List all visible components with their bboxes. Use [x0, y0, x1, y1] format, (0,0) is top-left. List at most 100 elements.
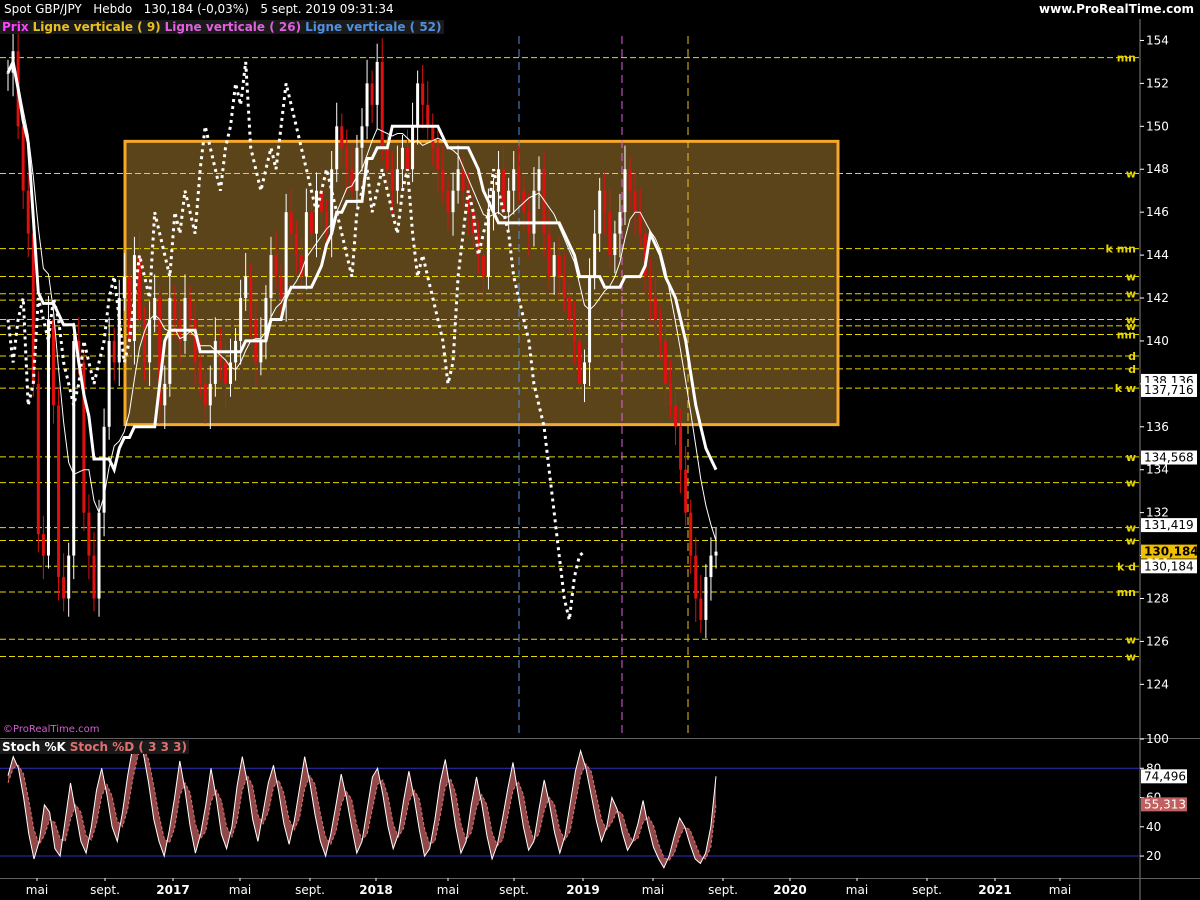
candle-body[interactable]: [668, 383, 672, 406]
candle-body[interactable]: [294, 233, 298, 256]
candle-body[interactable]: [26, 190, 30, 234]
candle-body[interactable]: [441, 169, 445, 191]
candle-body[interactable]: [532, 190, 536, 234]
candle-body[interactable]: [183, 298, 187, 341]
candle-body[interactable]: [107, 340, 111, 427]
candle-body[interactable]: [658, 319, 662, 341]
candle-body[interactable]: [537, 169, 541, 191]
candle-body[interactable]: [502, 169, 506, 213]
candle-body[interactable]: [653, 298, 657, 320]
candle-body[interactable]: [122, 276, 126, 299]
candle-body[interactable]: [674, 405, 678, 427]
candle-body[interactable]: [588, 276, 592, 363]
candle-body[interactable]: [628, 169, 632, 191]
candle-body[interactable]: [239, 298, 243, 341]
legend-prix[interactable]: Prix: [0, 20, 31, 34]
candle-body[interactable]: [375, 61, 379, 105]
candle-body[interactable]: [52, 319, 56, 406]
candle-body[interactable]: [557, 255, 561, 277]
candle-body[interactable]: [593, 233, 597, 277]
candle-body[interactable]: [163, 383, 167, 406]
candle-body[interactable]: [572, 319, 576, 341]
candle-body[interactable]: [714, 551, 718, 556]
candle-body[interactable]: [188, 298, 192, 320]
candle-body[interactable]: [461, 169, 465, 191]
candle-body[interactable]: [203, 383, 207, 406]
candle-body[interactable]: [663, 340, 667, 384]
candle-body[interactable]: [608, 212, 612, 256]
candle-body[interactable]: [72, 340, 76, 556]
candle-body[interactable]: [67, 555, 71, 599]
candle-body[interactable]: [385, 147, 389, 170]
candle-body[interactable]: [309, 212, 313, 234]
candle-body[interactable]: [274, 255, 278, 277]
candle-body[interactable]: [365, 83, 369, 127]
candle-body[interactable]: [355, 147, 359, 191]
candle-body[interactable]: [618, 212, 622, 234]
candle-body[interactable]: [97, 512, 101, 599]
candle-body[interactable]: [517, 169, 521, 191]
candle-body[interactable]: [577, 340, 581, 384]
candle-body[interactable]: [623, 169, 627, 213]
candle-body[interactable]: [62, 577, 66, 599]
legend-stoch-k[interactable]: Stoch %K: [0, 740, 68, 754]
candle-body[interactable]: [340, 126, 344, 148]
candle-body[interactable]: [87, 512, 91, 556]
candle-body[interactable]: [426, 104, 430, 127]
candle-body[interactable]: [451, 190, 455, 213]
candle-body[interactable]: [249, 276, 253, 320]
candle-body[interactable]: [583, 362, 587, 384]
candle-body[interactable]: [679, 426, 683, 470]
candle-body[interactable]: [173, 298, 177, 320]
candle-body[interactable]: [547, 233, 551, 277]
candle-body[interactable]: [421, 83, 425, 105]
candle-body[interactable]: [704, 577, 708, 620]
candle-body[interactable]: [411, 126, 415, 170]
candle-body[interactable]: [198, 362, 202, 384]
candle-body[interactable]: [689, 512, 693, 556]
candle-body[interactable]: [648, 276, 652, 299]
candle-body[interactable]: [395, 169, 399, 191]
candle-body[interactable]: [497, 169, 501, 191]
legend-line9[interactable]: Ligne verticale ( 9): [30, 20, 163, 34]
candle-body[interactable]: [208, 383, 212, 406]
legend-stoch-d[interactable]: Stoch %D ( 3 3 3): [67, 740, 189, 754]
candle-body[interactable]: [567, 298, 571, 320]
candle-body[interactable]: [46, 319, 50, 556]
candle-body[interactable]: [148, 319, 152, 363]
candle-body[interactable]: [400, 147, 404, 170]
candle-body[interactable]: [168, 298, 172, 384]
candle-body[interactable]: [360, 126, 364, 148]
candle-body[interactable]: [335, 126, 339, 170]
candle-body[interactable]: [481, 255, 485, 277]
candle-body[interactable]: [57, 405, 61, 578]
candle-body[interactable]: [562, 276, 566, 299]
candle-body[interactable]: [466, 190, 470, 213]
candle-body[interactable]: [633, 190, 637, 213]
candle-body[interactable]: [507, 190, 511, 213]
candle-body[interactable]: [512, 169, 516, 191]
candle-body[interactable]: [684, 469, 688, 513]
candle-body[interactable]: [143, 319, 147, 363]
candle-body[interactable]: [345, 147, 349, 170]
candle-body[interactable]: [279, 276, 283, 299]
candle-body[interactable]: [613, 233, 617, 256]
candle-body[interactable]: [112, 340, 116, 363]
candle-body[interactable]: [284, 212, 288, 299]
candle-body[interactable]: [380, 61, 384, 148]
candle-body[interactable]: [486, 212, 490, 277]
candle-body[interactable]: [244, 276, 248, 299]
candle-body[interactable]: [304, 212, 308, 277]
candle-body[interactable]: [406, 147, 410, 170]
candle-body[interactable]: [436, 147, 440, 170]
candle-body[interactable]: [36, 383, 40, 535]
candle-body[interactable]: [223, 362, 227, 384]
candle-body[interactable]: [289, 212, 293, 234]
candle-body[interactable]: [638, 212, 642, 234]
candle-body[interactable]: [603, 190, 607, 213]
candle-body[interactable]: [456, 169, 460, 191]
candle-body[interactable]: [350, 169, 354, 191]
candle-body[interactable]: [213, 340, 217, 384]
candle-body[interactable]: [694, 555, 698, 599]
candle-body[interactable]: [431, 126, 435, 148]
